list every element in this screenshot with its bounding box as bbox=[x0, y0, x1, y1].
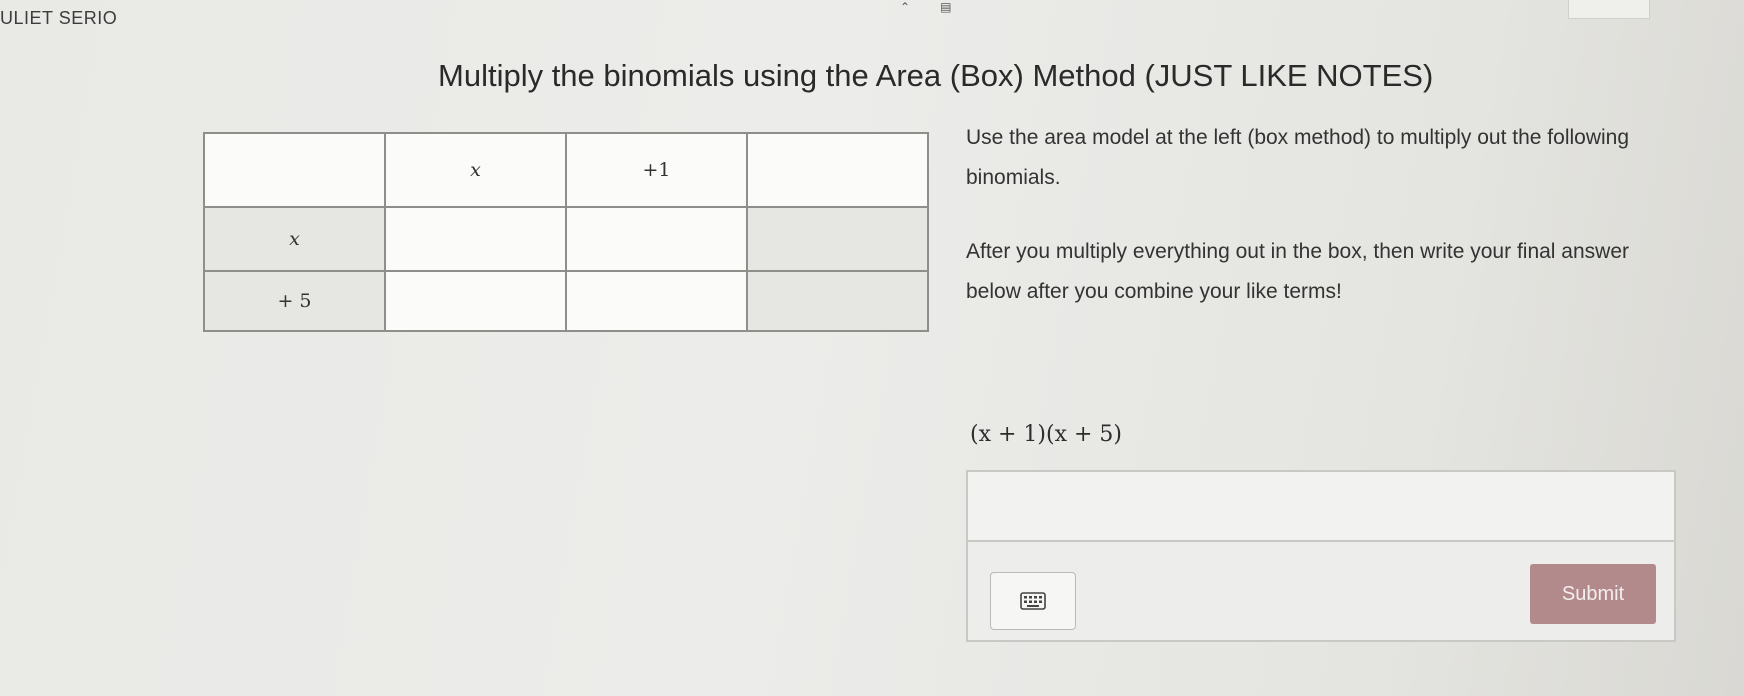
area-model-row: x bbox=[203, 206, 929, 272]
area-model-header-row: x +1 bbox=[203, 132, 929, 208]
area-model-table: x +1 x + 5 bbox=[203, 132, 929, 332]
product-cell[interactable] bbox=[384, 270, 567, 332]
product-cell[interactable] bbox=[384, 206, 567, 272]
keyboard-icon bbox=[1020, 592, 1046, 610]
product-cell[interactable] bbox=[565, 206, 748, 272]
row-header-plus-5: + 5 bbox=[203, 270, 386, 332]
student-name: ULIET SERIO bbox=[0, 8, 118, 28]
corner-cell bbox=[203, 132, 386, 208]
instruction-text: After you multiply everything out in the… bbox=[966, 239, 1629, 303]
instructions: Use the area model at the left (box meth… bbox=[966, 118, 1686, 346]
column-header-empty bbox=[746, 132, 929, 208]
answer-panel: Submit bbox=[966, 470, 1676, 642]
answer-input[interactable] bbox=[968, 472, 1674, 542]
page-title: Multiply the binomials using the Area (B… bbox=[438, 58, 1434, 93]
product-cell[interactable] bbox=[565, 270, 748, 332]
submit-button[interactable]: Submit bbox=[1530, 564, 1656, 624]
calculator-icon[interactable]: ▤ bbox=[940, 0, 951, 14]
problem-expression: (x + 1)(x + 5) bbox=[970, 422, 1122, 447]
row-header-x: x bbox=[203, 206, 386, 272]
product-cell[interactable] bbox=[746, 206, 929, 272]
product-cell[interactable] bbox=[746, 270, 929, 332]
expand-icon[interactable]: ⌃ bbox=[900, 0, 910, 14]
top-toolbar: ⌃ ▤ bbox=[900, 0, 951, 14]
top-right-control[interactable] bbox=[1568, 0, 1650, 19]
column-header-plus-1: +1 bbox=[565, 132, 748, 208]
area-model-row: + 5 bbox=[203, 270, 929, 332]
keypad-toggle-button[interactable] bbox=[990, 572, 1076, 630]
instruction-text: Use the area model at the left (box meth… bbox=[966, 126, 1630, 189]
column-header-x: x bbox=[384, 132, 567, 208]
